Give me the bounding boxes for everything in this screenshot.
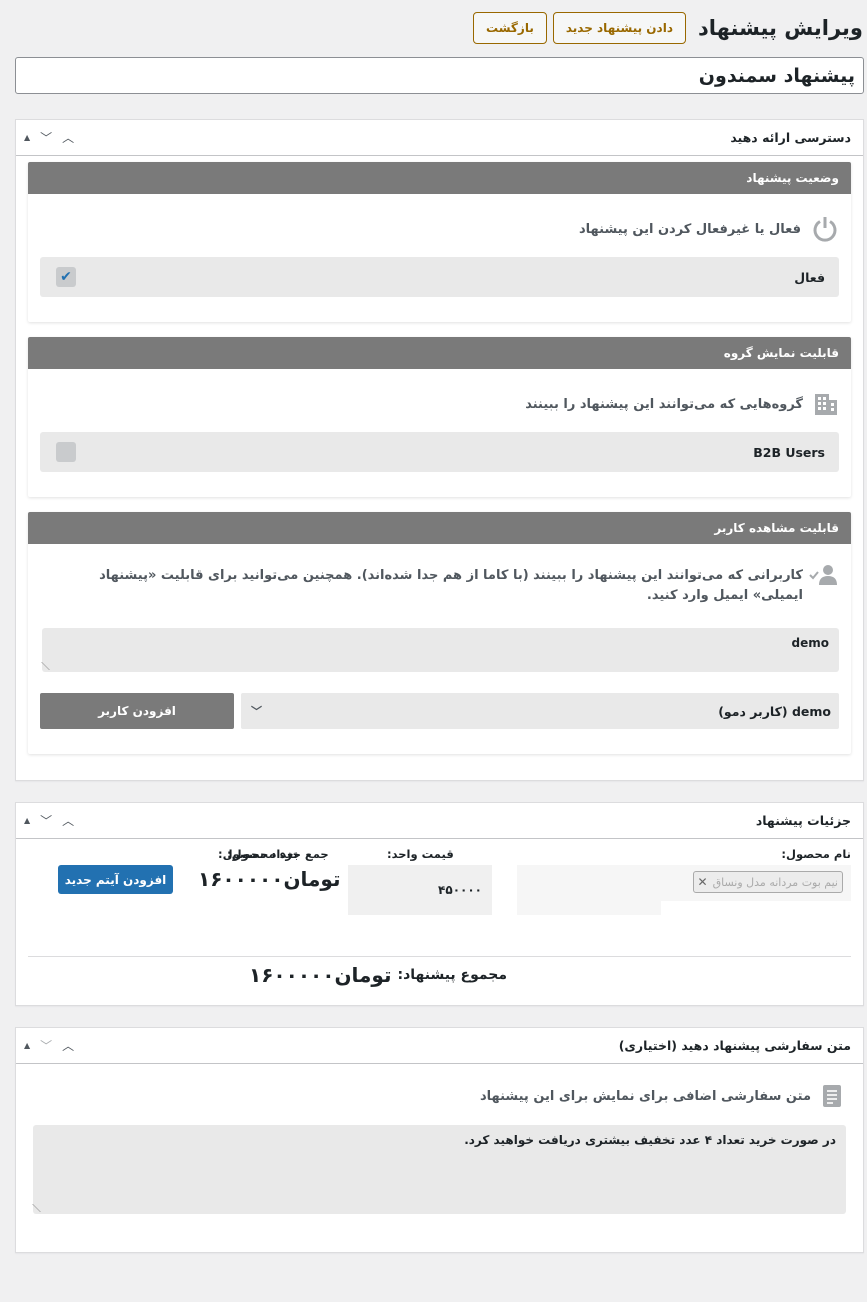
new-offer-button[interactable]: دادن پیشنهاد جدید <box>552 12 686 44</box>
remove-icon[interactable]: ✕ <box>698 875 708 889</box>
user-select-value: demo (کاربر دمو) <box>718 703 831 719</box>
unit-price-input[interactable]: ۴۵۰۰۰۰ <box>348 865 492 915</box>
custom-text-postbox: متن سفارشی پیشنهاد دهید (اختیاری) ▲ ﹀ ︿ … <box>15 1027 864 1253</box>
custom-text-description: متن سفارشی اضافی برای نمایش برای این پیش… <box>479 1088 811 1104</box>
user-description: کاربرانی که می‌توانند این پیشنهاد را ببی… <box>99 568 803 603</box>
group-card-header: قابلیت نمایش گروه <box>28 337 851 369</box>
chevron-down-icon: ﹀ <box>251 705 262 718</box>
product-tag-label: نیم بوت مردانه مدل ونساق <box>712 875 838 889</box>
chevron-down-icon[interactable]: ﹀ <box>40 132 52 144</box>
offer-title-input[interactable] <box>15 57 864 94</box>
building-icon <box>813 391 839 417</box>
access-postbox-title: دسترسی ارائه دهید <box>730 130 851 145</box>
user-select[interactable]: demo (کاربر دمو) ﹀ <box>241 693 839 729</box>
custom-text-description-row: متن سفارشی اضافی برای نمایش برای این پیش… <box>468 1081 855 1111</box>
status-description: فعال یا غیرفعال کردن این پیشنهاد <box>579 221 801 237</box>
total-label: مجموع پیشنهاد: <box>397 967 508 983</box>
group-option-label: B2B Users <box>753 444 825 460</box>
group-description-row: گروه‌هایی که می‌توانند این پیشنهاد را بب… <box>28 389 851 419</box>
checkmark-icon: ✔ <box>60 269 72 285</box>
back-button[interactable]: بازگشت <box>473 12 547 44</box>
quantity-input[interactable] <box>517 865 661 915</box>
chevron-up-icon[interactable]: ︿ <box>62 132 74 144</box>
product-tag: نیم بوت مردانه مدل ونساق ✕ <box>692 871 843 893</box>
status-card: وضعیت پیشنهاد فعال یا غیرفعال کردن این پ… <box>28 162 851 322</box>
power-icon <box>811 215 839 243</box>
add-user-button[interactable]: افزودن کاربر <box>40 693 234 729</box>
user-card-header: قابلیت مشاهده کاربر <box>28 512 851 544</box>
move-up-icon[interactable]: ▲ <box>24 133 30 142</box>
custom-text-postbox-header: متن سفارشی پیشنهاد دهید (اختیاری) ▲ ﹀ ︿ <box>16 1028 863 1064</box>
postbox-handles: ▲ ﹀ ︿ <box>24 132 74 144</box>
details-postbox: جزئیات پیشنهاد ▲ ﹀ ︿ نام محصول: نیم بوت … <box>15 802 864 1006</box>
users-textarea[interactable]: demo <box>42 628 839 672</box>
custom-text-textarea-wrap: در صورت خرید تعداد ۴ عدد تخفیف بیشتری در… <box>32 1125 846 1214</box>
details-postbox-header: جزئیات پیشنهاد ▲ ﹀ ︿ <box>16 803 863 839</box>
page-header: ویرایش پیشنهاد دادن پیشنهاد جدید بازگشت <box>0 8 863 48</box>
unit-price-label: قیمت واحد: <box>387 847 454 861</box>
add-item-button[interactable]: افزودن آیتم جدید <box>58 865 173 894</box>
group-option-row: B2B Users <box>40 432 839 472</box>
status-card-header: وضعیت پیشنهاد <box>28 162 851 194</box>
document-icon <box>821 1084 843 1108</box>
chevron-up-icon[interactable]: ︿ <box>62 1040 74 1052</box>
access-postbox: دسترسی ارائه دهید ▲ ﹀ ︿ وضعیت پیشنهاد فع… <box>15 119 864 781</box>
status-option-label: فعال <box>794 269 825 285</box>
page-title: ویرایش پیشنهاد <box>697 16 863 40</box>
chevron-down-icon[interactable]: ﹀ <box>40 1040 52 1052</box>
status-option-row: فعال ✔ <box>40 257 839 297</box>
group-card: قابلیت نمایش گروه گروه‌هایی که می‌توانند… <box>28 337 851 497</box>
chevron-down-icon[interactable]: ﹀ <box>40 815 52 827</box>
user-check-icon <box>809 564 839 590</box>
subtotal-label: جمع جزء محصول: <box>227 847 329 861</box>
access-postbox-header: دسترسی ارائه دهید ▲ ﹀ ︿ <box>16 120 863 156</box>
details-postbox-title: جزئیات پیشنهاد <box>755 813 851 828</box>
users-textarea-wrap: demo <box>41 628 839 672</box>
postbox-handles: ▲ ﹀ ︿ <box>24 1040 74 1052</box>
total-value: تومان۱۶۰۰۰۰۰ <box>249 963 392 987</box>
chevron-up-icon[interactable]: ︿ <box>62 815 74 827</box>
product-name-label: نام محصول: <box>781 847 851 861</box>
group-description: گروه‌هایی که می‌توانند این پیشنهاد را بب… <box>525 396 803 412</box>
active-checkbox[interactable]: ✔ <box>56 267 76 287</box>
custom-text-textarea[interactable]: در صورت خرید تعداد ۴ عدد تخفیف بیشتری در… <box>33 1125 846 1214</box>
divider <box>28 956 851 957</box>
custom-text-postbox-title: متن سفارشی پیشنهاد دهید (اختیاری) <box>618 1038 851 1053</box>
total-row: مجموع پیشنهاد: تومان۱۶۰۰۰۰۰ <box>249 963 507 987</box>
subtotal-value: تومان۱۶۰۰۰۰۰ <box>198 867 341 891</box>
postbox-handles: ▲ ﹀ ︿ <box>24 815 74 827</box>
user-card: قابلیت مشاهده کاربر کاربرانی که می‌توانن… <box>28 512 851 754</box>
status-description-row: فعال یا غیرفعال کردن این پیشنهاد <box>28 214 851 244</box>
b2b-users-checkbox[interactable] <box>56 442 76 462</box>
move-up-icon[interactable]: ▲ <box>24 816 30 825</box>
move-up-icon[interactable]: ▲ <box>24 1041 30 1050</box>
